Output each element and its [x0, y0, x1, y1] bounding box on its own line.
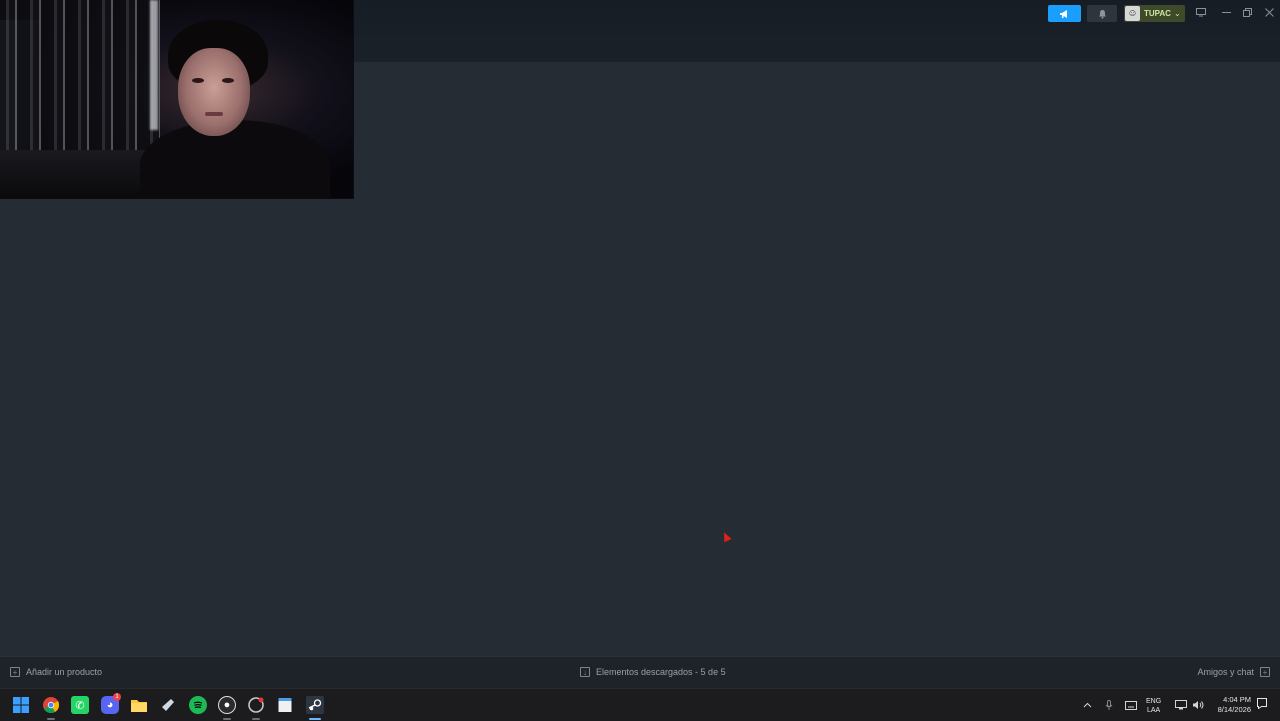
megaphone-icon: [1060, 9, 1067, 18]
show-hidden-icons[interactable]: [1083, 689, 1092, 721]
chevron-up-icon: [1083, 702, 1092, 708]
clock-time: 4:04 PM: [1223, 695, 1251, 704]
announcements-button[interactable]: [1048, 5, 1081, 22]
add-product-button[interactable]: + Añadir un producto: [10, 667, 102, 677]
steam-alt-icon[interactable]: [159, 696, 177, 714]
system-clock[interactable]: 4:04 PM 8/14/2026: [1211, 695, 1251, 715]
file-explorer-icon[interactable]: [130, 696, 148, 714]
webcam-overlay: [0, 0, 354, 199]
add-product-label: Añadir un producto: [26, 667, 103, 677]
network-icon[interactable]: [1175, 689, 1187, 721]
chrome-icon[interactable]: [42, 696, 60, 714]
chevron-down-icon: ⌄: [1173, 9, 1181, 18]
windows-taskbar: ✆ ◕ 1 ● ENG LAA 4:04 PM 8/14/2026: [0, 688, 1280, 721]
avatar: ☺: [1125, 6, 1140, 21]
github-desktop-icon[interactable]: [247, 696, 265, 714]
monitor-icon[interactable]: [1192, 5, 1210, 20]
clock-date: 8/14/2026: [1217, 705, 1251, 714]
friends-chat-label: Amigos y chat: [1197, 667, 1254, 677]
restore-icon[interactable]: [1238, 5, 1256, 20]
download-icon: ↓: [580, 667, 590, 677]
minimize-icon[interactable]: [1217, 5, 1235, 20]
language-line1: ENG: [1146, 698, 1162, 705]
friends-chat-button[interactable]: Amigos y chat +: [1197, 667, 1270, 677]
notifications-button[interactable]: [1087, 5, 1117, 22]
keyboard-icon[interactable]: [1125, 689, 1137, 721]
notepad-icon[interactable]: [276, 696, 294, 714]
language-line2: LAA: [1146, 707, 1161, 714]
bell-icon: [1098, 9, 1106, 19]
obs-icon[interactable]: ●: [218, 696, 236, 714]
plus-icon: +: [10, 667, 20, 677]
discord-badge: 1: [113, 693, 121, 701]
spotify-icon[interactable]: [189, 696, 207, 714]
microphone-icon[interactable]: [1105, 689, 1113, 721]
user-menu-button[interactable]: ☺ TUPAC ⌄: [1124, 5, 1185, 22]
windows-start-icon[interactable]: [12, 696, 30, 714]
volume-icon[interactable]: [1192, 689, 1204, 721]
steam-icon[interactable]: [306, 696, 324, 714]
bottom-bar: + Añadir un producto ↓ Elementos descarg…: [0, 656, 1280, 689]
whatsapp-icon[interactable]: ✆: [71, 696, 89, 714]
language-indicator[interactable]: ENG LAA: [1146, 697, 1161, 715]
chat-icon: +: [1260, 667, 1270, 677]
notification-center-icon[interactable]: [1257, 698, 1268, 710]
downloads-button[interactable]: ↓ Elementos descargados - 5 de 5: [580, 667, 726, 677]
downloads-label: Elementos descargados - 5 de 5: [596, 667, 726, 677]
close-icon[interactable]: [1260, 5, 1278, 20]
steam-window: ☺ TUPAC ⌄ + Añadir un producto ↓ Element…: [0, 0, 1280, 689]
username: TUPAC: [1144, 9, 1171, 18]
